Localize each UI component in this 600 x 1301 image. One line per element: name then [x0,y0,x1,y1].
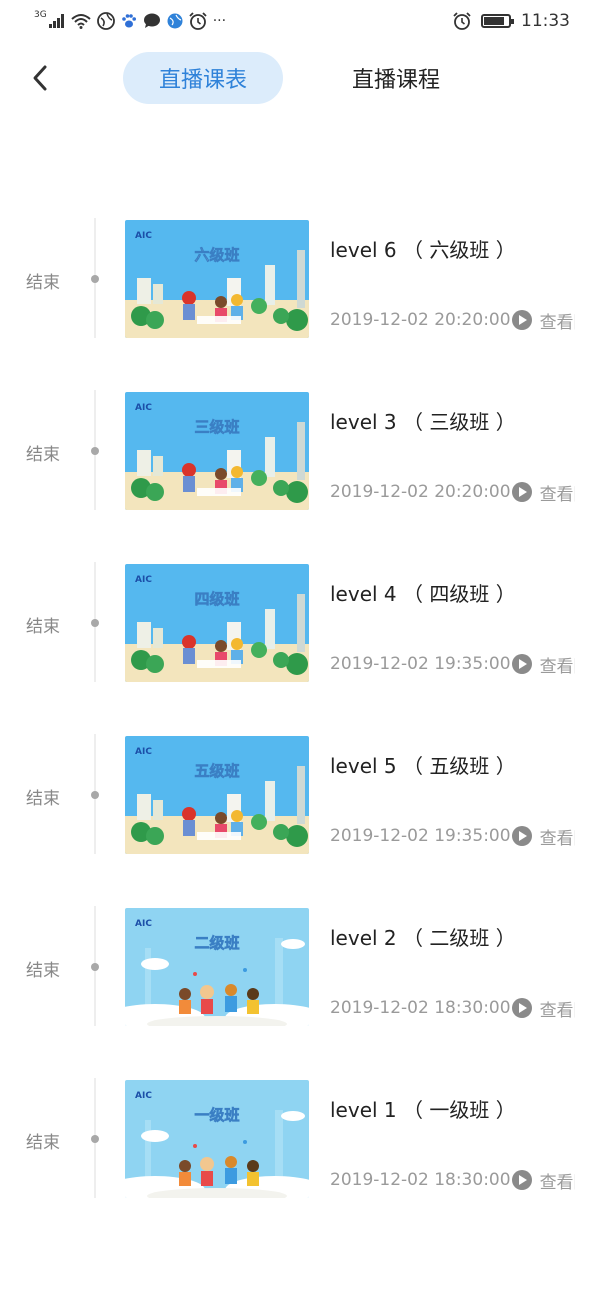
course-meta: 2019-12-02 18:30:00 查看回放 [330,1168,575,1192]
thumbnail-badge: AIC [135,919,152,929]
timeline-dot [91,275,99,283]
course-title: level 5 （ 五级班 ） [330,754,516,778]
thumbnail-title: 四级班 [194,590,239,608]
course-thumbnail-art: AIC 四级班 [125,564,309,682]
battery-icon [481,14,514,28]
top-navigation: 直播课表 直播课程 [0,50,600,108]
tab-live-schedule[interactable]: 直播课表 [123,52,283,104]
schedule-item[interactable]: 结束 AIC 三级班 level 3 （ 三级班 ） 2019-12-02 20… [0,390,600,562]
alarm-icon [453,12,471,30]
thumbnail-badge: AIC [135,231,152,241]
course-title: level 4 （ 四级班 ） [330,582,516,606]
paw-icon [121,14,136,28]
timeline-dot [91,619,99,627]
status-label: 结束 [26,617,60,637]
course-meta: 2019-12-02 19:35:00 查看回放 [330,824,575,848]
tab-live-courses[interactable]: 直播课程 [330,52,462,104]
play-icon[interactable] [511,310,532,330]
course-meta: 2019-12-02 20:20:00 查看回放 [330,308,575,332]
course-thumbnail-art: AIC 五级班 [125,736,309,854]
course-thumbnail-art: AIC 六级班 [125,220,309,338]
course-title: level 3 （ 三级班 ） [330,410,516,434]
replay-link[interactable]: 查看回放 [540,824,575,849]
status-label: 结束 [26,961,60,981]
course-title: level 2 （ 二级班 ） [330,926,516,950]
status-label: 结束 [26,445,60,465]
schedule-item[interactable]: 结束 AIC 四级班 level 4 （ 四级班 ） 2019-12-02 19… [0,562,600,734]
thumbnail-badge: AIC [135,403,152,413]
thumbnail-badge: AIC [135,575,152,585]
course-meta: 2019-12-02 20:20:00 查看回放 [330,480,575,504]
status-bar: 3G ··· 11:33 [0,0,600,42]
timeline-dot [91,1135,99,1143]
thumbnail-title: 三级班 [194,418,239,436]
timeline-dot [91,963,99,971]
replay-link[interactable]: 查看回放 [540,308,575,333]
thumbnail-title: 二级班 [194,934,239,952]
play-icon[interactable] [511,654,532,674]
course-datetime: 2019-12-02 18:30:00 [330,1170,511,1190]
schedule-item[interactable]: 结束 AIC 六级班 level 6 （ 六级班 ） 2019-12-02 20… [0,218,600,390]
schedule-item[interactable]: 结束 AIC 一级班 level 1 （ 一级班 ） 2019-12-02 18… [0,1078,600,1250]
schedule-item[interactable]: 结束 AIC 二级班 level 2 （ 二级班 ） 2019-12-02 18… [0,906,600,1078]
timeline-dot [91,791,99,799]
schedule-list: 结束 AIC 六级班 level 6 （ 六级班 ） 2019-12-02 20… [0,218,600,1250]
play-icon[interactable] [511,826,532,846]
course-title: level 1 （ 一级班 ） [330,1098,516,1122]
alarm-icon [189,12,207,30]
course-thumbnail[interactable]: AIC 五级班 [125,736,309,854]
course-thumbnail-art: AIC 一级班 [125,1080,309,1198]
course-thumbnail-art: AIC 二级班 [125,908,309,1026]
course-thumbnail[interactable]: AIC 二级班 [125,908,309,1026]
browser-icon [96,12,115,30]
thumbnail-title: 六级班 [194,246,239,264]
course-thumbnail[interactable]: AIC 三级班 [125,392,309,510]
status-label: 结束 [26,789,60,809]
message-icon [143,13,160,28]
signal-icon [48,14,64,28]
course-thumbnail[interactable]: AIC 六级班 [125,220,309,338]
schedule-item[interactable]: 结束 AIC 五级班 level 5 （ 五级班 ） 2019-12-02 19… [0,734,600,906]
more-indicator: ··· [212,13,227,29]
status-icons-left: 3G ··· [34,10,227,30]
globe-icon [167,13,183,29]
replay-link[interactable]: 查看回放 [540,996,575,1021]
play-icon[interactable] [511,1170,532,1190]
play-icon[interactable] [511,998,532,1018]
course-thumbnail[interactable]: AIC 一级班 [125,1080,309,1198]
course-datetime: 2019-12-02 19:35:00 [330,654,511,674]
chevron-left-icon [33,65,47,91]
status-icons-right: 11:33 [453,11,570,31]
wifi-icon [71,14,91,29]
course-meta: 2019-12-02 19:35:00 查看回放 [330,652,575,676]
clock-time: 11:33 [521,11,570,31]
timeline-dot [91,447,99,455]
course-thumbnail-art: AIC 三级班 [125,392,309,510]
replay-link[interactable]: 查看回放 [540,1168,575,1193]
course-thumbnail[interactable]: AIC 四级班 [125,564,309,682]
thumbnail-title: 一级班 [194,1106,239,1124]
course-meta: 2019-12-02 18:30:00 查看回放 [330,996,575,1020]
course-datetime: 2019-12-02 19:35:00 [330,826,511,846]
thumbnail-badge: AIC [135,747,152,757]
replay-link[interactable]: 查看回放 [540,480,575,505]
replay-link[interactable]: 查看回放 [540,652,575,677]
course-datetime: 2019-12-02 18:30:00 [330,998,511,1018]
status-label: 结束 [26,1133,60,1153]
network-type: 3G [34,10,47,20]
status-label: 结束 [26,273,60,293]
thumbnail-title: 五级班 [194,762,239,780]
course-datetime: 2019-12-02 20:20:00 [330,482,511,502]
thumbnail-badge: AIC [135,1091,152,1101]
course-datetime: 2019-12-02 20:20:00 [330,310,511,330]
course-title: level 6 （ 六级班 ） [330,238,516,262]
back-button[interactable] [22,60,58,96]
play-icon[interactable] [511,482,532,502]
